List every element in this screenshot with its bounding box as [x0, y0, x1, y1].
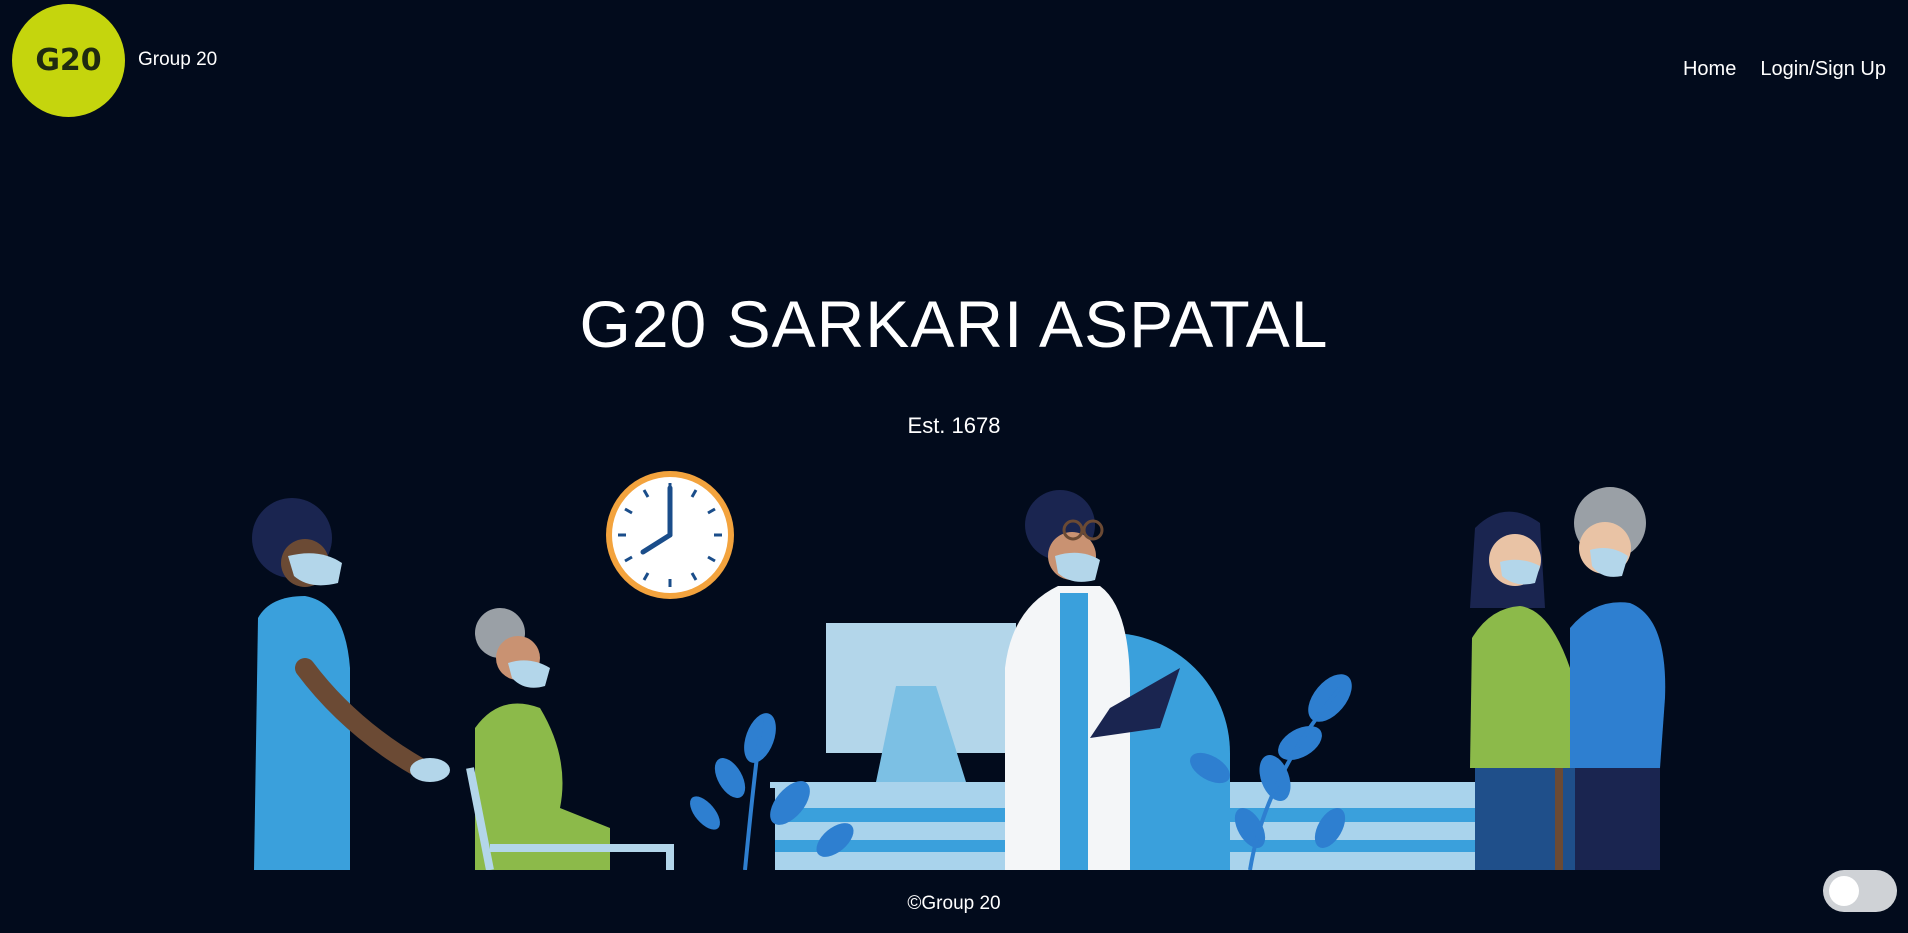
- top-nav: Home Login/Sign Up: [1683, 58, 1886, 81]
- hospital-illustration: [252, 471, 1666, 870]
- logo-text: G20: [35, 43, 102, 78]
- toggle-knob: [1829, 876, 1859, 906]
- woman-figure: [1470, 511, 1580, 870]
- theme-toggle[interactable]: [1823, 870, 1897, 912]
- computer-monitor: [826, 623, 1016, 782]
- nav-home-link[interactable]: Home: [1683, 58, 1736, 81]
- clock-icon: [606, 471, 734, 599]
- footer-copyright: ©Group 20: [907, 893, 1001, 914]
- nurse-figure: [252, 498, 450, 870]
- page: G20 Group 20 Home Login/Sign Up G20 SARK…: [0, 0, 1908, 933]
- hero-subtitle: Est. 1678: [907, 413, 1001, 438]
- nav-login-signup-link[interactable]: Login/Sign Up: [1760, 58, 1886, 81]
- hero-title: G20 SARKARI ASPATAL: [579, 287, 1329, 361]
- wheelchair-patient-figure: [466, 608, 674, 870]
- logo[interactable]: G20: [12, 4, 125, 117]
- brand-name: Group 20: [138, 49, 218, 70]
